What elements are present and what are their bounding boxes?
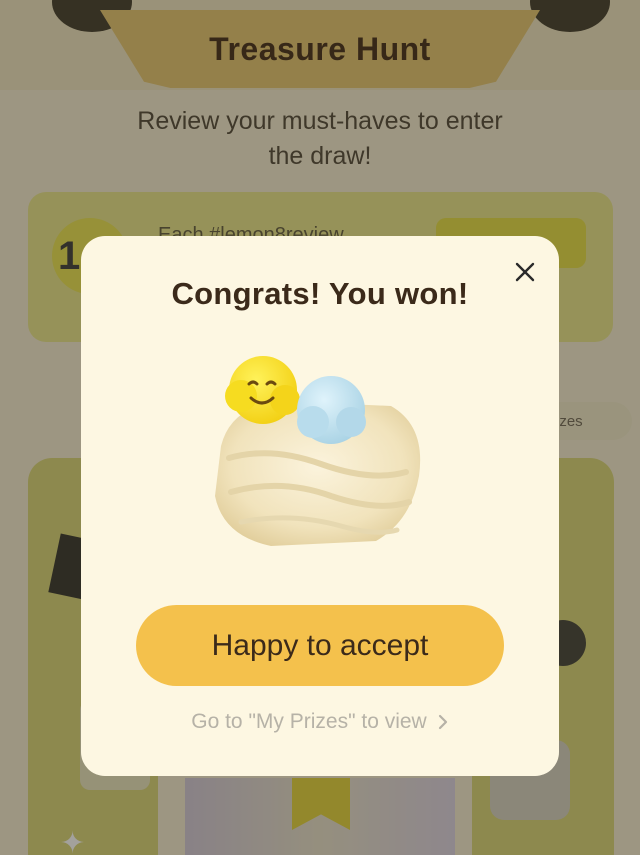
accept-prize-button[interactable]: Happy to accept	[136, 605, 504, 686]
modal-title: Congrats! You won!	[171, 276, 469, 311]
plush-roll-cake-image	[215, 356, 421, 546]
my-prizes-link[interactable]: Go to "My Prizes" to view	[81, 710, 559, 734]
my-prizes-link-label: Go to "My Prizes" to view	[191, 710, 427, 733]
prize-won-modal: Congrats! You won! Happy to accept Go to…	[81, 236, 559, 776]
chevron-right-icon	[438, 714, 447, 730]
